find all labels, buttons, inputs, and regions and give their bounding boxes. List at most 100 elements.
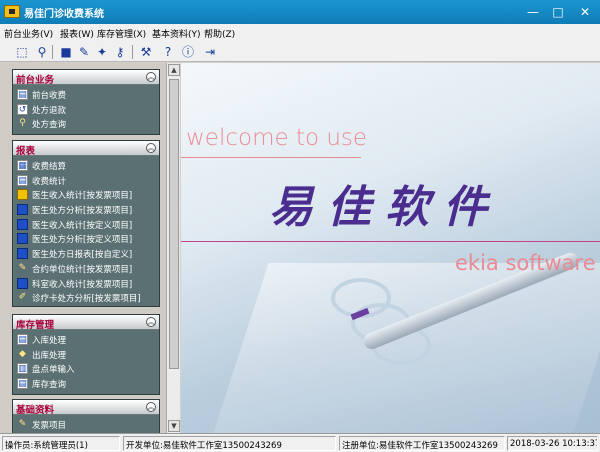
collapse-icon[interactable]: ︽ [146, 317, 156, 327]
status-registered: 注册单位:易佳软件工作室13500243269 [339, 436, 505, 451]
divider-line [181, 157, 361, 158]
scroll-thumb[interactable] [169, 79, 179, 369]
report-icon [17, 204, 28, 216]
nav-item-doctor-income-custom[interactable]: 医生收入统计[按定义项目] [13, 217, 159, 232]
nav-item-stock-query[interactable]: ▤ 库存查询 [13, 376, 159, 391]
menu-help[interactable]: 帮助(Z) [204, 27, 235, 40]
refund-icon: ↺ [17, 103, 28, 115]
status-datetime: 2018-03-26 10:13:37 [507, 436, 598, 451]
nav-item-settle[interactable]: ▦ 收费结算 [13, 158, 159, 173]
menu-basic-data[interactable]: 基本资料(Y) [152, 27, 201, 40]
key-tool-icon[interactable]: ⚷ [112, 44, 128, 60]
panel-title: 库存管理 [16, 320, 55, 331]
nav-item-refund[interactable]: ↺ 处方退款 [13, 102, 159, 117]
panel-header[interactable]: 报表 ︽ [13, 141, 159, 157]
nav-item-label: 医生处方日报表[按自定义] [32, 250, 133, 261]
nav-item-label: 库存查询 [32, 380, 67, 391]
contract-icon: ✎ [18, 262, 27, 273]
nav-item-card-rx[interactable]: ✐ 诊疗卡处方分析[按发票项目] [13, 290, 159, 305]
settle-icon: ▦ [17, 160, 28, 171]
nav-item-label: 收费结算 [32, 162, 67, 172]
nav-item-label: 前台收费 [32, 91, 67, 101]
pen-tool-icon[interactable]: ✎ [76, 44, 92, 60]
stock-query-icon: ▤ [17, 378, 28, 390]
title-bar: 易佳门诊收费系统 — □ ✕ [0, 0, 600, 24]
nav-item-invoice-items[interactable]: ✎ 发票项目 [13, 417, 159, 432]
scroll-up-icon[interactable]: ▲ [168, 64, 180, 76]
panel-title: 报表 [16, 146, 36, 157]
nav-item-label: 处方退款 [32, 105, 67, 116]
tools-tool-icon[interactable]: ⚒ [138, 44, 154, 60]
panel-title: 基础资料 [16, 405, 55, 416]
brand-name: 易佳软件 [269, 182, 501, 233]
status-operator: 操作员:系统管理员(1) [2, 436, 120, 451]
window-title: 易佳门诊收费系统 [24, 9, 104, 20]
toolbar: ⬚ ⚲ ■ ✎ ✦ ⚷ ⚒ ? ⓘ ⇥ [0, 42, 600, 62]
brand-tagline: ekia software [455, 251, 596, 275]
menu-inventory[interactable]: 库存管理(X) [97, 27, 146, 40]
help-tool-icon[interactable]: ? [160, 44, 176, 60]
menu-front-desk[interactable]: 前台业务(V) [4, 27, 53, 40]
info-tool-icon[interactable]: ⓘ [180, 44, 196, 60]
panel-reports: 报表 ︽ ▦ 收费结算 ▤ 收费统计 医生收入统计[按发票项目] 医生处方分析[… [12, 140, 160, 307]
nav-item-label: 医生收入统计[按发票项目] [32, 191, 133, 202]
nav-item-doctor-income-invoice[interactable]: 医生收入统计[按发票项目] [13, 187, 159, 202]
collapse-icon[interactable]: ︽ [146, 72, 156, 82]
nav-item-stock-out[interactable]: ◆ 出库处理 [13, 347, 159, 362]
status-developer: 开发单位:易佳软件工作室13500243269 [123, 436, 336, 451]
nav-item-query[interactable]: ⚲ 处方查询 [13, 116, 159, 131]
panel-front-desk: 前台业务 ︽ ▤ 前台收费 ↺ 处方退款 ⚲ 处方查询 [12, 69, 160, 135]
nav-item-label: 出库处理 [32, 350, 67, 361]
scroll-down-icon[interactable]: ▼ [168, 420, 180, 432]
nav-item-label: 医生处方分析[按定义项目] [32, 235, 133, 246]
stock-out-icon: ◆ [19, 348, 26, 359]
menu-reports[interactable]: 报表(W) [60, 27, 94, 40]
nav-item-label: 处方查询 [32, 120, 67, 131]
maximize-button[interactable]: □ [547, 3, 569, 21]
nav-item-front-charge[interactable]: ▤ 前台收费 [13, 87, 159, 102]
search-tool-icon[interactable]: ⚲ [34, 44, 50, 60]
nav-item-label: 医生收入统计[按定义项目] [32, 220, 133, 231]
invoice-icon: ✎ [18, 419, 27, 429]
inventory-icon: ▥ [17, 363, 28, 375]
front-charge-tool-icon[interactable]: ⬚ [14, 44, 30, 60]
minimize-button[interactable]: — [522, 3, 544, 21]
settle-tool-icon[interactable]: ■ [58, 44, 74, 60]
nav-item-inventory-input[interactable]: ▥ 盘点单输入 [13, 361, 159, 376]
nav-item-doctor-rx-invoice[interactable]: 医生处方分析[按发票项目] [13, 202, 159, 217]
collapse-icon[interactable]: ︽ [146, 402, 156, 412]
report-icon [17, 233, 28, 245]
nav-item-doctor-rx-custom[interactable]: 医生处方分析[按定义项目] [13, 231, 159, 246]
close-button[interactable]: ✕ [574, 3, 596, 21]
welcome-text: welcome to use [186, 125, 368, 151]
nav-item-stock-in[interactable]: ▤ 入库处理 [13, 332, 159, 347]
panel-basic-data: 基础资料 ︽ ✎ 发票项目 [12, 399, 160, 433]
collapse-icon[interactable]: ︽ [146, 143, 156, 153]
stock-in-icon: ▤ [17, 334, 28, 345]
nav-item-label: 合约单位统计[按发票项目] [32, 264, 133, 275]
panel-header[interactable]: 基础资料 ︽ [13, 400, 159, 416]
navigation-scrollbar[interactable]: ▲ ▼ [166, 63, 180, 433]
nav-item-label: 入库处理 [32, 336, 67, 346]
navigation-pane: 前台业务 ︽ ▤ 前台收费 ↺ 处方退款 ⚲ 处方查询 报表 ︽ ▦ 收费结算 … [0, 63, 180, 433]
panel-inventory: 库存管理 ︽ ▤ 入库处理 ◆ 出库处理 ▥ 盘点单输入 ▤ 库存查询 [12, 314, 160, 395]
panel-header[interactable]: 库存管理 ︽ [13, 315, 159, 331]
welcome-banner: welcome to use 易佳软件 ekia software [181, 63, 600, 433]
stats-icon: ▤ [17, 174, 28, 186]
toolbar-separator [52, 45, 53, 59]
nav-item-stats[interactable]: ▤ 收费统计 [13, 173, 159, 188]
panel-title: 前台业务 [16, 75, 55, 86]
card-icon: ✐ [18, 292, 27, 303]
panel-header[interactable]: 前台业务 ︽ [13, 70, 159, 86]
report-icon [17, 248, 28, 260]
exit-tool-icon[interactable]: ⇥ [202, 44, 218, 60]
nav-item-doctor-daily[interactable]: 医生处方日报表[按自定义] [13, 246, 159, 261]
nav-item-contract-stats[interactable]: ✎ 合约单位统计[按发票项目] [13, 261, 159, 276]
toolbar-separator [132, 45, 133, 59]
pin-tool-icon[interactable]: ✦ [94, 44, 110, 60]
divider-line [181, 241, 600, 242]
nav-item-label: 医生处方分析[按发票项目] [32, 206, 133, 217]
nav-item-dept-income[interactable]: 科室收入统计[按发票项目] [13, 276, 159, 291]
nav-item-label: 科室收入统计[按发票项目] [32, 279, 133, 290]
search-icon: ⚲ [19, 118, 26, 129]
